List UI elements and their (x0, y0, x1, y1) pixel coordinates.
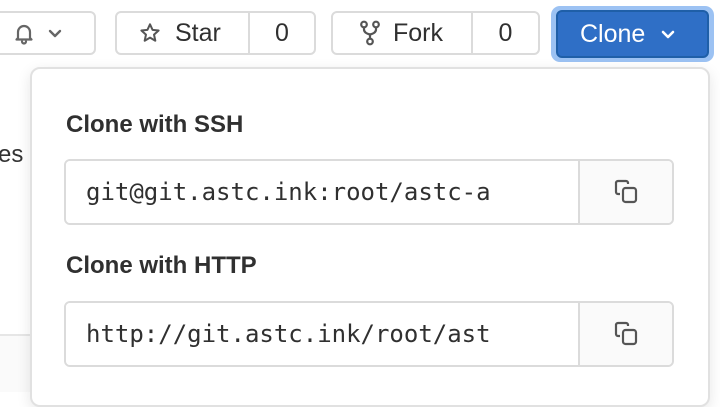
clone-ssh-label: Clone with SSH (66, 111, 244, 138)
clone-ssh-field-group (64, 159, 674, 225)
copy-ssh-url-button[interactable] (580, 161, 672, 223)
fork-count[interactable]: 0 (473, 13, 538, 53)
clone-dropdown: Clone with SSH Clone with HTTP (30, 67, 710, 407)
clone-button[interactable]: Clone (556, 10, 709, 58)
clone-label: Clone (580, 19, 646, 48)
clone-http-url-input[interactable] (66, 303, 580, 365)
copy-icon (612, 320, 640, 348)
copy-http-url-button[interactable] (580, 303, 672, 365)
chevron-down-icon (659, 25, 677, 43)
clone-ssh-url-input[interactable] (66, 161, 580, 223)
chevron-down-icon (46, 24, 64, 42)
fork-icon (359, 20, 381, 46)
star-label: Star (175, 18, 221, 47)
background-bottom-panel (0, 336, 32, 392)
background-partial-text: es (0, 141, 24, 168)
fork-button[interactable]: Fork (333, 13, 473, 53)
star-icon (139, 22, 161, 44)
fork-label: Fork (393, 18, 443, 47)
clone-http-label: Clone with HTTP (66, 252, 257, 279)
copy-icon (612, 178, 640, 206)
star-button-group: Star 0 (115, 11, 316, 55)
notification-settings-button[interactable] (0, 11, 96, 55)
clone-http-field-group (64, 301, 674, 367)
fork-button-group: Fork 0 (331, 11, 540, 55)
bell-icon (12, 21, 36, 45)
star-count[interactable]: 0 (250, 13, 314, 53)
star-button[interactable]: Star (117, 13, 250, 53)
